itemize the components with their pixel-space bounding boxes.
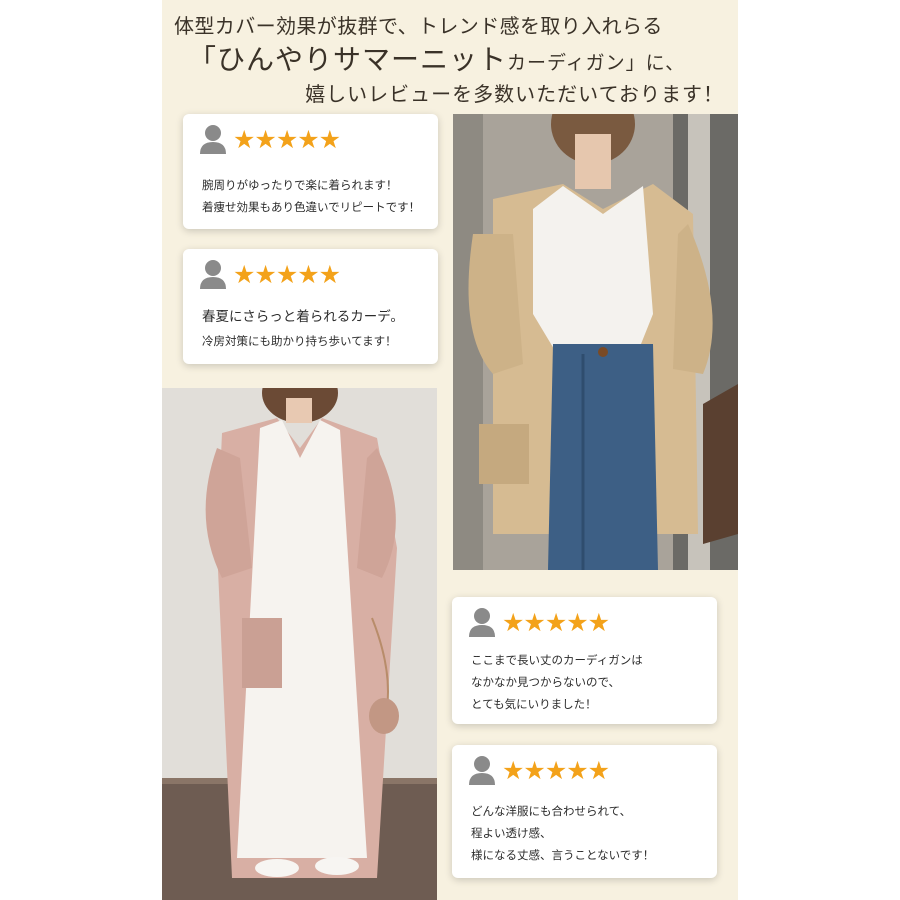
user-silhouette-icon <box>200 260 226 289</box>
review-text-line: 着痩せ効果もあり色違いでリピートです！ <box>202 200 421 214</box>
user-silhouette-icon <box>469 608 495 637</box>
review-text-line: 腕周りがゆったりで楽に着られます！ <box>202 178 398 192</box>
review-card-4: ★★★★★ どんな洋服にも合わせられて、 程よい透け感、 様になる丈感、言うこと… <box>452 745 717 878</box>
star-rating: ★★★★★ <box>233 124 341 154</box>
headline-line-2-main: 「ひんやりサマーニット <box>188 43 508 76</box>
review-header: ★★★★★ <box>468 755 610 785</box>
star-rating: ★★★★★ <box>233 259 341 289</box>
review-card-3: ★★★★★ ここまで長い丈のカーディガンは なかなか見つからないので、 とても気… <box>452 597 717 724</box>
review-header: ★★★★★ <box>199 124 341 154</box>
headline-line-2-small: カーディガン」に、 <box>507 52 686 74</box>
review-text-line: なかなか見つからないので、 <box>471 675 621 689</box>
review-card-1: ★★★★★ 腕周りがゆったりで楽に着られます！ 着痩せ効果もあり色違いでリピート… <box>183 114 438 229</box>
beige-cardigan-illustration <box>453 114 738 570</box>
headline-line-3: 嬉しいレビューを多数いただいております！ <box>305 82 724 106</box>
review-text-line: ここまで長い丈のカーディガンは <box>471 653 643 667</box>
review-text-line: どんな洋服にも合わせられて、 <box>471 804 632 818</box>
review-text-line: とても気にいりました！ <box>471 697 597 711</box>
review-text-line: 冷房対策にも助かり持ち歩いてます！ <box>202 334 397 348</box>
review-panel: 体型カバー効果が抜群で、トレンド感を取り入れらる 「ひんやりサマーニットカーディ… <box>162 0 738 900</box>
user-silhouette-icon <box>200 125 226 154</box>
review-text-line: 程よい透け感、 <box>471 826 552 840</box>
star-rating: ★★★★★ <box>502 607 610 637</box>
star-rating: ★★★★★ <box>502 755 610 785</box>
review-card-2: ★★★★★ 春夏にさらっと着られるカーデ。 冷房対策にも助かり持ち歩いてます！ <box>183 249 438 364</box>
user-silhouette-icon <box>469 756 495 785</box>
product-photo-pink-cardigan <box>162 388 437 900</box>
page: 体型カバー効果が抜群で、トレンド感を取り入れらる 「ひんやりサマーニットカーディ… <box>0 0 900 900</box>
review-text-line: 様になる丈感、言うことないです！ <box>471 848 655 862</box>
headline: 体型カバー効果が抜群で、トレンド感を取り入れらる 「ひんやりサマーニットカーディ… <box>162 0 738 115</box>
review-text-line: 春夏にさらっと着られるカーデ。 <box>202 309 404 325</box>
review-header: ★★★★★ <box>468 607 610 637</box>
review-header: ★★★★★ <box>199 259 341 289</box>
product-photo-beige-cardigan <box>453 114 738 570</box>
pink-cardigan-illustration <box>162 388 437 900</box>
headline-line-2: 「ひんやりサマーニットカーディガン」に、 <box>188 38 685 78</box>
headline-line-1: 体型カバー効果が抜群で、トレンド感を取り入れらる <box>174 14 663 38</box>
